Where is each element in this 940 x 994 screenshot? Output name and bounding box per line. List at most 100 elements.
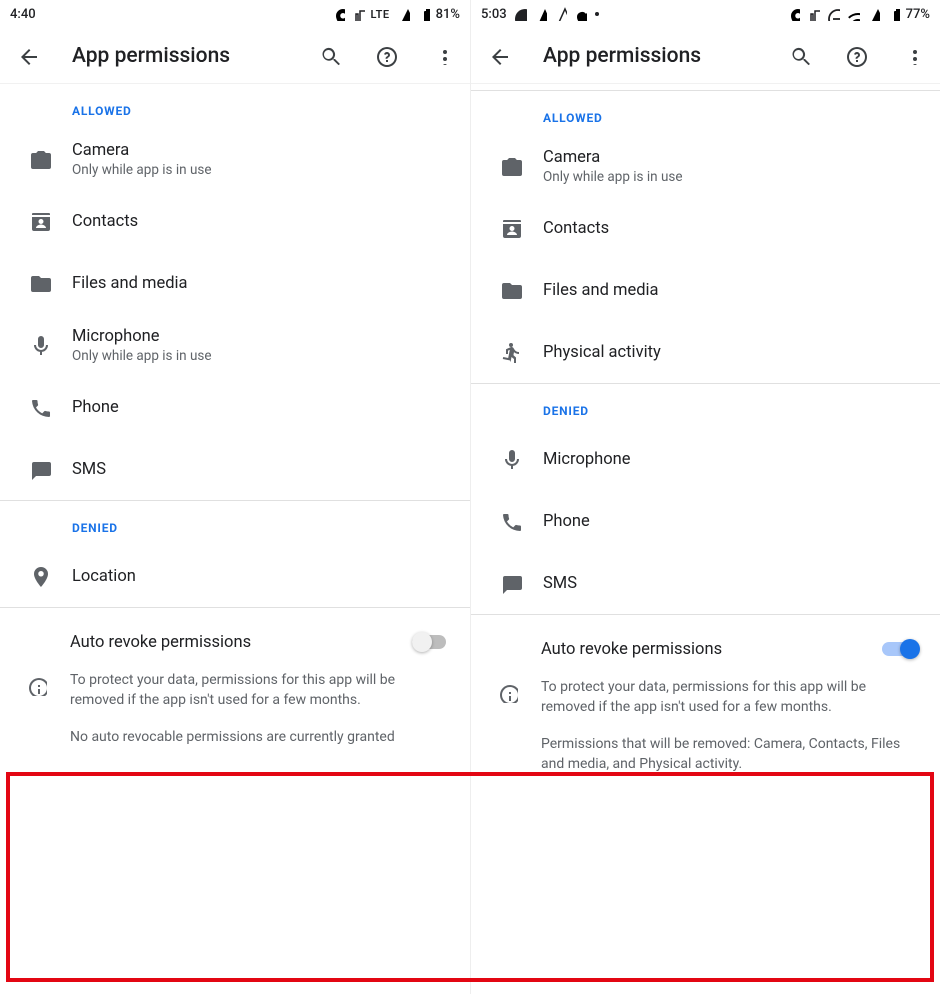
sms-icon: [29, 458, 51, 480]
camera-icon: [500, 155, 522, 177]
search-icon: [319, 45, 341, 67]
network-label: LTE: [371, 8, 390, 21]
perm-row-microphone[interactable]: Microphone Only while app is in use: [0, 314, 470, 376]
perm-title: Contacts: [72, 212, 454, 231]
perm-title: Microphone: [543, 450, 924, 469]
status-bar: 4:40 LTE 81%: [0, 0, 470, 28]
microphone-icon: [500, 448, 522, 470]
back-button[interactable]: [8, 36, 48, 76]
perm-title: Phone: [543, 512, 924, 531]
location-status-icon: [786, 7, 800, 21]
section-denied-label: DENIED: [471, 384, 940, 428]
perm-title: Camera: [72, 141, 454, 160]
auto-revoke-extra: Permissions that will be removed: Camera…: [489, 718, 922, 775]
perm-row-location[interactable]: Location: [0, 545, 470, 607]
signal-icon: [866, 7, 880, 21]
auto-revoke-block: Auto revoke permissions To protect your …: [0, 608, 470, 765]
nav-icon: [533, 7, 547, 21]
help-icon: [375, 45, 397, 67]
camera-icon: [29, 148, 51, 170]
status-bar: 5:03 77%: [471, 0, 940, 28]
gesture-nav-bar: [0, 966, 470, 994]
activity-icon: [500, 341, 522, 363]
auto-revoke-toggle[interactable]: [882, 637, 922, 661]
phone-icon: [29, 396, 51, 418]
section-allowed-label: ALLOWED: [471, 91, 940, 135]
back-button[interactable]: [479, 36, 519, 76]
section-allowed-label: ALLOWED: [0, 84, 470, 128]
battery-text: 77%: [906, 7, 930, 22]
section-denied-label: DENIED: [0, 501, 470, 545]
auto-revoke-extra: No auto revocable permissions are curren…: [18, 711, 452, 747]
wifi-icon: [846, 7, 860, 21]
auto-revoke-title: Auto revoke permissions: [70, 633, 412, 652]
perm-title: Contacts: [543, 219, 924, 238]
help-icon: [845, 45, 867, 67]
auto-revoke-desc: To protect your data, permissions for th…: [70, 670, 452, 711]
perm-row-contacts[interactable]: Contacts: [471, 197, 940, 259]
perm-title: Files and media: [72, 274, 454, 293]
contacts-icon: [500, 217, 522, 239]
location-status-icon: [331, 7, 345, 21]
perm-title: SMS: [72, 460, 454, 479]
phone-icon: [500, 510, 522, 532]
perm-row-sms[interactable]: SMS: [471, 552, 940, 614]
screenshot-right: 5:03 77% App permissions: [470, 0, 940, 994]
perm-title: Phone: [72, 398, 454, 417]
overflow-button[interactable]: [422, 36, 462, 76]
help-button[interactable]: [836, 36, 876, 76]
signal-icon: [396, 7, 410, 21]
app-bar: App permissions: [471, 28, 940, 84]
info-icon: [27, 676, 47, 696]
contacts-icon: [29, 210, 51, 232]
auto-revoke-title: Auto revoke permissions: [541, 640, 882, 659]
perm-title: Camera: [543, 148, 924, 167]
dnd-icon: [826, 7, 840, 21]
page-title: App permissions: [72, 44, 294, 68]
perm-row-files[interactable]: Files and media: [471, 259, 940, 321]
perm-title: Files and media: [543, 281, 924, 300]
battery-icon: [416, 7, 430, 21]
microphone-icon: [29, 334, 51, 356]
perm-row-files[interactable]: Files and media: [0, 252, 470, 314]
perm-row-phone[interactable]: Phone: [471, 490, 940, 552]
perm-subtitle: Only while app is in use: [72, 348, 454, 364]
perm-title: Physical activity: [543, 343, 924, 362]
perm-title: Location: [72, 567, 454, 586]
auto-revoke-toggle[interactable]: [412, 630, 452, 654]
more-icon: [433, 47, 451, 65]
page-title: App permissions: [543, 44, 764, 68]
auto-revoke-desc: To protect your data, permissions for th…: [541, 677, 922, 718]
search-button[interactable]: [310, 36, 350, 76]
location-icon: [29, 565, 51, 587]
perm-row-microphone[interactable]: Microphone: [471, 428, 940, 490]
search-button[interactable]: [780, 36, 820, 76]
perm-row-activity[interactable]: Physical activity: [471, 321, 940, 383]
perm-title: Microphone: [72, 327, 454, 346]
perm-row-camera[interactable]: Camera Only while app is in use: [0, 128, 470, 190]
auto-revoke-block: Auto revoke permissions To protect your …: [471, 615, 940, 792]
screenshot-left: 4:40 LTE 81% App permissions ALLOWED: [0, 0, 470, 994]
more-notifications-icon: [595, 12, 599, 16]
perm-subtitle: Only while app is in use: [543, 169, 924, 185]
app-bar: App permissions: [0, 28, 470, 84]
nav-outline-icon: [553, 7, 567, 21]
status-time: 4:40: [10, 7, 36, 22]
perm-row-contacts[interactable]: Contacts: [0, 190, 470, 252]
search-icon: [789, 45, 811, 67]
help-button[interactable]: [366, 36, 406, 76]
vibrate-icon: [351, 7, 365, 21]
status-time: 5:03: [481, 7, 507, 22]
spotify-icon: [513, 7, 527, 21]
vibrate-icon: [806, 7, 820, 21]
gesture-nav-bar: [471, 966, 940, 994]
folder-icon: [29, 272, 51, 294]
battery-icon: [886, 7, 900, 21]
heart-icon: [573, 7, 587, 21]
more-icon: [903, 47, 921, 65]
perm-row-sms[interactable]: SMS: [0, 438, 470, 500]
overflow-button[interactable]: [892, 36, 932, 76]
perm-row-phone[interactable]: Phone: [0, 376, 470, 438]
info-icon: [498, 683, 518, 703]
perm-row-camera[interactable]: Camera Only while app is in use: [471, 135, 940, 197]
